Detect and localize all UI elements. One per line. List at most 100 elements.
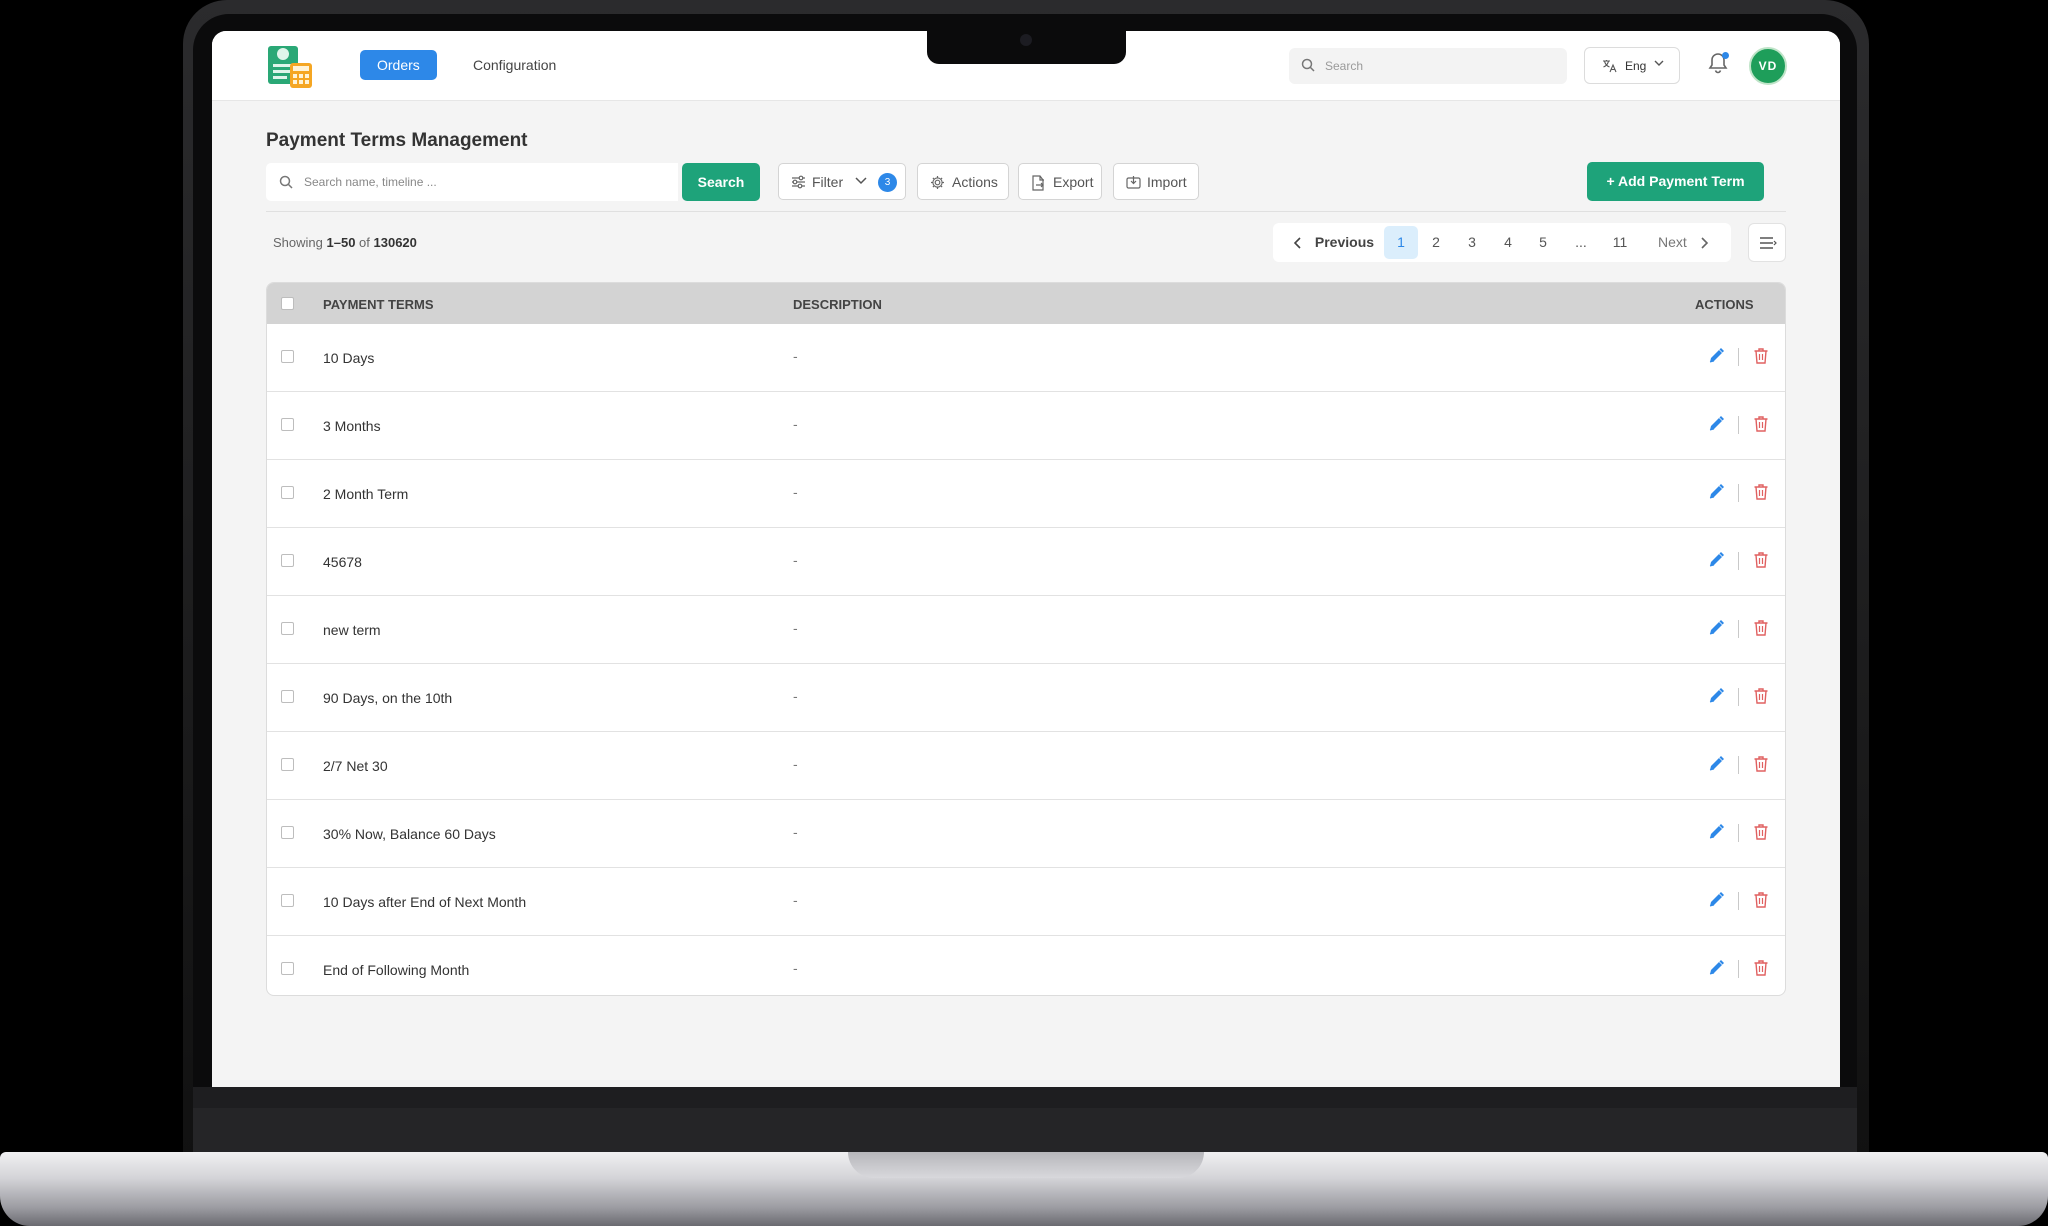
payment-term-name: 3 Months [323, 418, 381, 434]
edit-icon[interactable] [1707, 551, 1725, 569]
chevron-left-icon [1293, 237, 1301, 249]
actions-button[interactable]: Actions [917, 163, 1009, 200]
table-row: 30% Now, Balance 60 Days - [267, 800, 1785, 868]
edit-icon[interactable] [1707, 619, 1725, 637]
edit-icon[interactable] [1707, 823, 1725, 841]
chevron-right-icon [1701, 237, 1708, 249]
row-checkbox[interactable] [281, 690, 294, 703]
action-separator [1738, 824, 1739, 842]
global-search[interactable] [1289, 48, 1567, 84]
trash-icon[interactable] [1753, 755, 1769, 773]
row-checkbox[interactable] [281, 758, 294, 771]
sliders-icon [792, 175, 805, 189]
page-4[interactable]: 4 [1491, 226, 1525, 259]
language-selector[interactable]: Eng [1584, 47, 1680, 84]
search-button[interactable]: Search [682, 163, 760, 201]
edit-icon[interactable] [1707, 415, 1725, 433]
import-label: Import [1147, 174, 1187, 190]
column-header-actions: ACTIONS [1695, 297, 1754, 312]
export-button[interactable]: Export [1018, 163, 1102, 200]
pagination: Previous 1 2 3 4 5 ... 11 Next [1273, 223, 1731, 262]
showing-prefix: Showing [273, 235, 323, 250]
filter-count-badge: 3 [878, 173, 897, 192]
language-label: Eng [1625, 59, 1647, 73]
trash-icon[interactable] [1753, 619, 1769, 637]
table-row: 10 Days after End of Next Month - [267, 868, 1785, 936]
payment-term-description: - [793, 960, 798, 976]
page-title: Payment Terms Management [266, 130, 528, 151]
export-icon [1032, 175, 1044, 191]
filter-button[interactable]: Filter 3 [778, 163, 906, 200]
page-11[interactable]: 11 [1603, 226, 1637, 259]
showing-total: 130620 [373, 235, 417, 250]
action-separator [1738, 688, 1739, 706]
column-settings-button[interactable] [1748, 223, 1786, 262]
webcam [1020, 34, 1032, 46]
edit-icon[interactable] [1707, 347, 1725, 365]
row-checkbox[interactable] [281, 962, 294, 975]
trash-icon[interactable] [1753, 551, 1769, 569]
row-checkbox[interactable] [281, 826, 294, 839]
table-search[interactable] [266, 163, 678, 201]
action-separator [1738, 756, 1739, 774]
export-label: Export [1053, 174, 1094, 190]
import-button[interactable]: Import [1113, 163, 1199, 200]
action-separator [1738, 348, 1739, 366]
edit-icon[interactable] [1707, 687, 1725, 705]
user-avatar[interactable]: VD [1749, 47, 1787, 85]
pagination-next[interactable]: Next [1658, 234, 1709, 250]
payment-term-name: 45678 [323, 554, 362, 570]
edit-icon[interactable] [1707, 891, 1725, 909]
row-checkbox[interactable] [281, 486, 294, 499]
payment-term-name: 2 Month Term [323, 486, 409, 502]
table-row: new term - [267, 596, 1785, 664]
previous-label: Previous [1314, 234, 1375, 250]
action-separator [1738, 484, 1739, 502]
chevron-down-icon [1654, 60, 1664, 66]
nav-configuration-tab[interactable]: Configuration [456, 50, 573, 80]
edit-icon[interactable] [1707, 755, 1725, 773]
page-5[interactable]: 5 [1526, 226, 1560, 259]
trash-icon[interactable] [1753, 483, 1769, 501]
list-icon [1760, 237, 1777, 249]
table-row: 90 Days, on the 10th - [267, 664, 1785, 732]
page-2[interactable]: 2 [1419, 226, 1453, 259]
page-ellipsis: ... [1575, 234, 1587, 250]
action-separator [1738, 620, 1739, 638]
payment-term-description: - [793, 892, 798, 908]
row-checkbox[interactable] [281, 622, 294, 635]
trash-icon[interactable] [1753, 823, 1769, 841]
payment-term-name: 10 Days [323, 350, 375, 366]
page-1[interactable]: 1 [1384, 226, 1418, 259]
pagination-previous[interactable]: Previous [1293, 234, 1374, 250]
row-checkbox[interactable] [281, 350, 294, 363]
row-checkbox[interactable] [281, 554, 294, 567]
action-separator [1738, 892, 1739, 910]
select-all-checkbox[interactable] [281, 297, 294, 310]
page-3[interactable]: 3 [1455, 226, 1489, 259]
laptop-hinge [193, 1108, 1857, 1154]
trash-icon[interactable] [1753, 347, 1769, 365]
row-checkbox[interactable] [281, 894, 294, 907]
row-checkbox[interactable] [281, 418, 294, 431]
add-payment-term-button[interactable]: + Add Payment Term [1587, 162, 1764, 201]
edit-icon[interactable] [1707, 959, 1725, 977]
trash-icon[interactable] [1753, 415, 1769, 433]
search-icon [279, 175, 293, 189]
global-search-input[interactable] [1325, 56, 1555, 76]
payment-term-description: - [793, 552, 798, 568]
table-row: 2/7 Net 30 - [267, 732, 1785, 800]
nav-orders-tab[interactable]: Orders [360, 50, 437, 80]
trash-icon[interactable] [1753, 959, 1769, 977]
payment-term-name: new term [323, 622, 381, 638]
trash-icon[interactable] [1753, 687, 1769, 705]
payment-term-name: End of Following Month [323, 962, 470, 978]
translate-icon [1603, 60, 1617, 73]
trash-icon[interactable] [1753, 891, 1769, 909]
edit-icon[interactable] [1707, 483, 1725, 501]
payment-term-name: 2/7 Net 30 [323, 758, 388, 774]
column-header-description[interactable]: DESCRIPTION [793, 297, 882, 312]
import-icon [1126, 176, 1141, 189]
column-header-payment-terms[interactable]: PAYMENT TERMS [323, 297, 434, 312]
table-search-input[interactable] [304, 172, 664, 192]
